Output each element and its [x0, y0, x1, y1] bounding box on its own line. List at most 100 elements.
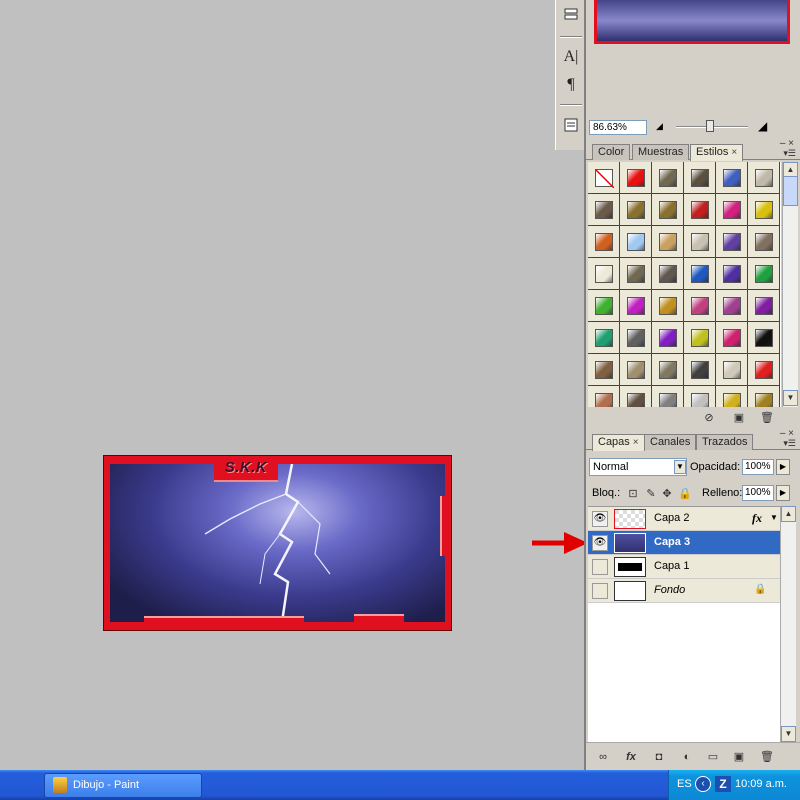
- mask-icon[interactable]: ◘: [652, 750, 666, 764]
- zoom-out-icon[interactable]: ◢: [656, 121, 663, 132]
- style-swatch[interactable]: [588, 386, 620, 407]
- visibility-toggle[interactable]: [592, 559, 608, 575]
- style-swatch[interactable]: [652, 258, 684, 290]
- style-swatch[interactable]: [620, 354, 652, 386]
- tool-presets-icon[interactable]: [559, 114, 583, 136]
- style-swatch[interactable]: [716, 194, 748, 226]
- styles-scrollbar[interactable]: ▲ ▼: [782, 162, 798, 407]
- scroll-down-icon[interactable]: ▼: [781, 726, 796, 742]
- blend-mode-select[interactable]: Normal ▼: [589, 458, 687, 476]
- eye-icon[interactable]: 👁: [592, 535, 608, 551]
- style-swatch[interactable]: [588, 258, 620, 290]
- trash-icon[interactable]: 🗑: [760, 411, 774, 425]
- style-swatch[interactable]: [716, 322, 748, 354]
- style-swatch[interactable]: [652, 226, 684, 258]
- lock-position-icon[interactable]: ✥: [660, 487, 674, 501]
- panel-menu-icon[interactable]: ▾☰: [783, 438, 796, 449]
- navigator-thumbnail[interactable]: [594, 0, 790, 44]
- layers-scrollbar[interactable]: ▲ ▼: [780, 506, 796, 742]
- style-swatch[interactable]: [716, 258, 748, 290]
- adjustment-icon[interactable]: ◐: [680, 750, 694, 764]
- style-swatch[interactable]: [716, 386, 748, 407]
- tab-muestras[interactable]: Muestras: [632, 144, 690, 160]
- style-swatch[interactable]: [748, 290, 780, 322]
- style-swatch[interactable]: [652, 386, 684, 407]
- style-swatch[interactable]: [620, 194, 652, 226]
- close-icon[interactable]: ×: [633, 437, 639, 448]
- style-swatch[interactable]: [588, 194, 620, 226]
- fx-icon[interactable]: fx: [752, 511, 762, 526]
- new-style-icon[interactable]: ▣: [732, 411, 746, 425]
- new-layer-icon[interactable]: ▣: [732, 750, 746, 764]
- opacity-input[interactable]: 100%: [742, 459, 774, 475]
- zoom-in-icon[interactable]: ◢: [758, 119, 767, 133]
- clock[interactable]: 10:09 a.m.: [735, 778, 787, 790]
- style-swatch[interactable]: [684, 290, 716, 322]
- character-icon[interactable]: A|: [559, 46, 583, 68]
- style-swatch[interactable]: [620, 162, 652, 194]
- style-swatch[interactable]: [748, 386, 780, 407]
- scroll-down-icon[interactable]: ▼: [783, 390, 798, 406]
- style-swatch[interactable]: [684, 194, 716, 226]
- style-swatch[interactable]: [748, 322, 780, 354]
- style-swatch[interactable]: [588, 322, 620, 354]
- scroll-up-icon[interactable]: ▲: [781, 506, 796, 522]
- style-swatch[interactable]: [588, 354, 620, 386]
- style-swatch[interactable]: [684, 386, 716, 407]
- style-swatch[interactable]: [620, 290, 652, 322]
- style-swatch[interactable]: [684, 322, 716, 354]
- zoom-slider-handle[interactable]: [706, 120, 714, 132]
- style-swatch[interactable]: [652, 162, 684, 194]
- opacity-arrow-icon[interactable]: ▶: [776, 459, 790, 475]
- eye-icon[interactable]: 👁: [592, 511, 608, 527]
- zonealarm-icon[interactable]: Z: [715, 776, 731, 792]
- layer-row[interactable]: 👁 Capa 2 fx ▼: [588, 507, 780, 531]
- style-swatch[interactable]: [748, 354, 780, 386]
- layer-comps-icon[interactable]: [559, 4, 583, 26]
- style-swatch[interactable]: [652, 194, 684, 226]
- tab-canales[interactable]: Canales: [644, 434, 697, 450]
- visibility-toggle[interactable]: [592, 583, 608, 599]
- style-swatch[interactable]: [748, 162, 780, 194]
- style-swatch[interactable]: [716, 354, 748, 386]
- style-swatch[interactable]: [716, 226, 748, 258]
- zoom-input[interactable]: [589, 120, 647, 135]
- style-swatch[interactable]: [588, 226, 620, 258]
- style-swatch[interactable]: [620, 258, 652, 290]
- tab-color[interactable]: Color: [592, 144, 631, 160]
- tray-expand-icon[interactable]: ‹: [695, 776, 711, 792]
- scroll-thumb[interactable]: [783, 176, 798, 206]
- canvas-image[interactable]: S.K.K: [103, 455, 452, 631]
- lock-pixels-icon[interactable]: ✎: [644, 487, 658, 501]
- folder-icon[interactable]: ▭: [706, 750, 720, 764]
- taskbar-button-paint[interactable]: Dibujo - Paint: [44, 773, 202, 798]
- style-swatch[interactable]: [748, 258, 780, 290]
- lock-transparency-icon[interactable]: ⊡: [626, 487, 640, 501]
- chevron-down-icon[interactable]: ▼: [674, 460, 686, 474]
- fill-arrow-icon[interactable]: ▶: [776, 485, 790, 501]
- trash-icon[interactable]: 🗑: [760, 750, 774, 764]
- layer-row[interactable]: 👁 Capa 3: [588, 531, 780, 555]
- style-swatch[interactable]: [588, 290, 620, 322]
- layer-row[interactable]: Fondo 🔒: [588, 579, 780, 603]
- tab-capas[interactable]: Capas ×: [592, 434, 645, 451]
- paragraph-icon[interactable]: ¶: [559, 74, 583, 96]
- style-swatch[interactable]: [684, 258, 716, 290]
- style-swatch[interactable]: [716, 290, 748, 322]
- panel-menu-icon[interactable]: ▾☰: [783, 148, 796, 159]
- style-swatch[interactable]: [748, 194, 780, 226]
- close-icon[interactable]: ×: [731, 147, 737, 158]
- style-swatch[interactable]: [620, 322, 652, 354]
- style-swatch[interactable]: [684, 226, 716, 258]
- link-icon[interactable]: ∞: [596, 750, 610, 764]
- style-swatch[interactable]: [748, 226, 780, 258]
- style-swatch[interactable]: [620, 226, 652, 258]
- style-swatch[interactable]: [620, 386, 652, 407]
- fx-icon[interactable]: fx: [624, 750, 638, 764]
- style-swatch[interactable]: [652, 322, 684, 354]
- tab-estilos[interactable]: Estilos ×: [690, 144, 744, 161]
- lock-all-icon[interactable]: 🔒: [678, 487, 692, 501]
- chevron-down-icon[interactable]: ▼: [770, 513, 778, 522]
- style-swatch[interactable]: [652, 290, 684, 322]
- clear-style-icon[interactable]: ⊘: [702, 411, 716, 425]
